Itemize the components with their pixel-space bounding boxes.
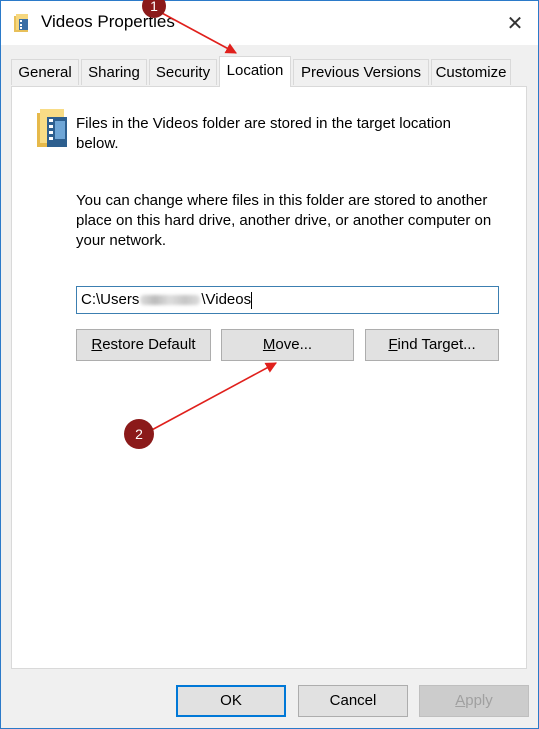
ok-button[interactable]: OK bbox=[176, 685, 286, 717]
text-caret bbox=[251, 291, 253, 309]
restore-default-button[interactable]: Restore Default bbox=[76, 329, 211, 361]
video-folder-icon bbox=[14, 14, 28, 32]
window-title: Videos Properties bbox=[41, 12, 175, 31]
redacted-username bbox=[140, 295, 201, 306]
tab-sharing[interactable]: Sharing bbox=[81, 59, 147, 85]
path-field[interactable]: C:\Users \Videos bbox=[76, 286, 499, 314]
tab-customize[interactable]: Customize bbox=[431, 59, 511, 85]
location-info-text: You can change where files in this folde… bbox=[76, 192, 492, 249]
tab-general[interactable]: General bbox=[11, 59, 79, 85]
path-suffix: \Videos bbox=[201, 291, 252, 308]
location-description: Files in the Videos folder are stored in… bbox=[76, 115, 451, 152]
video-folder-icon bbox=[37, 109, 67, 147]
find-target-button[interactable]: Find Target... bbox=[365, 329, 499, 361]
tab-previous-versions[interactable]: Previous Versions bbox=[293, 59, 429, 85]
close-icon: ✕ bbox=[506, 12, 524, 35]
tab-location[interactable]: Location bbox=[219, 56, 291, 87]
title-bar: Videos Properties ✕ bbox=[1, 1, 538, 45]
move-button[interactable]: Move... bbox=[221, 329, 354, 361]
properties-dialog: Videos Properties ✕ General Sharing Secu… bbox=[0, 0, 539, 729]
tab-strip: General Sharing Security Location Previo… bbox=[11, 56, 531, 87]
tab-security[interactable]: Security bbox=[149, 59, 217, 85]
apply-button[interactable]: Apply bbox=[419, 685, 529, 717]
close-button[interactable]: ✕ bbox=[492, 1, 538, 45]
cancel-button[interactable]: Cancel bbox=[298, 685, 408, 717]
location-panel: Files in the Videos folder are stored in… bbox=[11, 86, 527, 669]
path-prefix: C:\Users bbox=[81, 291, 140, 308]
